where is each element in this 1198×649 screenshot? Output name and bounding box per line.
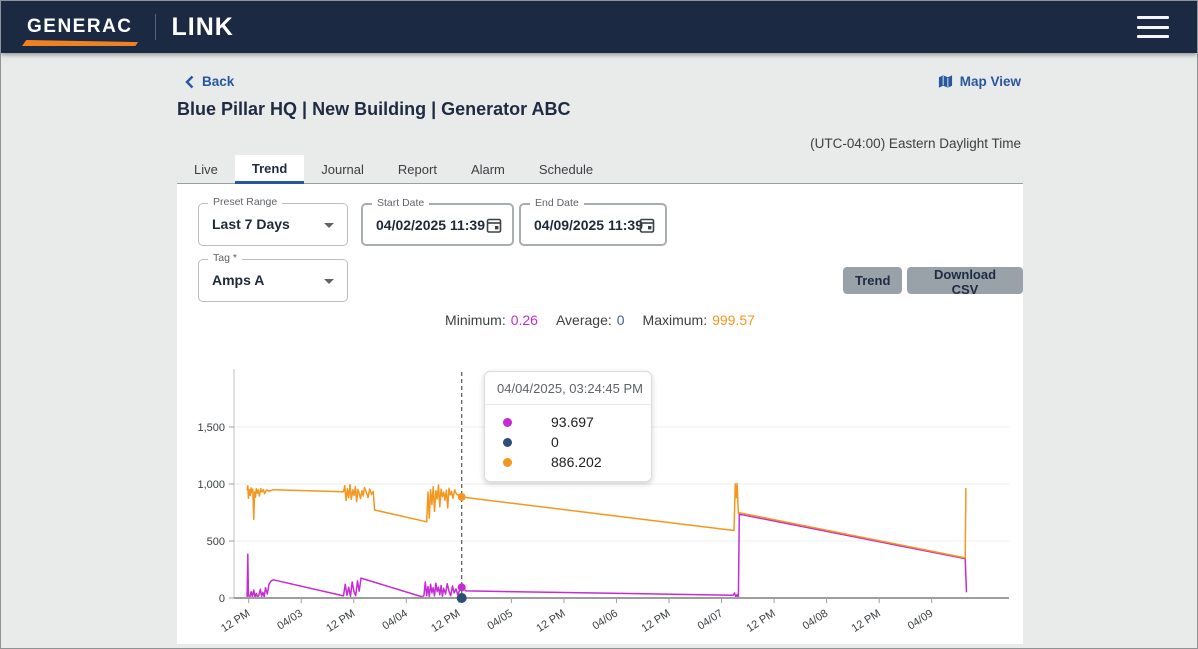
svg-text:04/08: 04/08 bbox=[801, 607, 831, 632]
tag-label: Tag * bbox=[208, 252, 242, 264]
stat-average: Average: 0 bbox=[556, 312, 625, 328]
tooltip-timestamp: 04/04/2025, 03:24:45 PM bbox=[485, 372, 651, 405]
brand-divider bbox=[155, 14, 156, 40]
preset-range-select[interactable]: Preset Range Last 7 Days bbox=[198, 203, 348, 246]
svg-text:1,500: 1,500 bbox=[197, 422, 225, 434]
svg-text:12 PM: 12 PM bbox=[219, 607, 252, 634]
top-bar: GENERAC LINK bbox=[1, 1, 1197, 53]
svg-text:04/07: 04/07 bbox=[696, 607, 726, 632]
stat-maximum-value: 999.57 bbox=[712, 312, 755, 328]
calendar-icon[interactable] bbox=[639, 217, 655, 234]
average-series-dot-icon bbox=[503, 438, 512, 447]
end-date-input[interactable]: End Date 04/09/2025 11:39 bbox=[519, 203, 667, 246]
start-date-value: 04/02/2025 11:39 bbox=[376, 217, 485, 233]
preset-range-label: Preset Range bbox=[208, 196, 282, 208]
tag-select[interactable]: Tag * Amps A bbox=[198, 259, 348, 302]
tooltip-row-minimum: 93.697 bbox=[485, 412, 651, 432]
calendar-icon[interactable] bbox=[486, 217, 502, 234]
map-icon bbox=[938, 74, 953, 89]
svg-text:12 PM: 12 PM bbox=[429, 607, 462, 634]
tag-value: Amps A bbox=[212, 272, 264, 288]
tooltip-row-average: 0 bbox=[485, 432, 651, 452]
trend-button[interactable]: Trend bbox=[843, 267, 902, 294]
stat-maximum-label: Maximum: bbox=[643, 312, 708, 328]
svg-text:04/09: 04/09 bbox=[906, 607, 936, 632]
map-view-button[interactable]: Map View bbox=[938, 74, 1021, 89]
tab-bar: Live Trend Journal Report Alarm Schedule bbox=[177, 155, 610, 184]
stat-average-label: Average: bbox=[556, 312, 612, 328]
svg-text:1,000: 1,000 bbox=[197, 479, 225, 491]
tab-report[interactable]: Report bbox=[381, 155, 454, 184]
svg-text:04/03: 04/03 bbox=[275, 607, 305, 632]
svg-text:12 PM: 12 PM bbox=[534, 607, 567, 634]
tooltip-maximum-value: 886.202 bbox=[551, 454, 602, 470]
app-window: GENERAC LINK Back Map View Blue Pillar H… bbox=[0, 0, 1198, 649]
end-date-value: 04/09/2025 11:39 bbox=[534, 217, 643, 233]
hamburger-menu-icon[interactable] bbox=[1137, 16, 1169, 38]
back-label: Back bbox=[202, 74, 234, 89]
stat-minimum-label: Minimum: bbox=[445, 312, 506, 328]
chevron-down-icon bbox=[324, 223, 334, 228]
map-view-label: Map View bbox=[960, 74, 1021, 89]
preset-range-value: Last 7 Days bbox=[212, 216, 290, 232]
tab-trend[interactable]: Trend bbox=[235, 155, 304, 184]
svg-text:12 PM: 12 PM bbox=[850, 607, 883, 634]
generac-logo: GENERAC bbox=[27, 16, 133, 38]
tab-live[interactable]: Live bbox=[177, 155, 235, 184]
svg-text:12 PM: 12 PM bbox=[324, 607, 357, 634]
back-button[interactable]: Back bbox=[185, 74, 234, 89]
stat-average-value: 0 bbox=[617, 312, 625, 328]
trend-panel: Preset Range Last 7 Days Start Date 04/0… bbox=[177, 184, 1023, 644]
end-date-label: End Date bbox=[530, 197, 584, 209]
start-date-input[interactable]: Start Date 04/02/2025 11:39 bbox=[361, 203, 514, 246]
generac-logo-swoosh bbox=[22, 40, 140, 46]
svg-text:04/06: 04/06 bbox=[590, 607, 620, 632]
page-title: Blue Pillar HQ | New Building | Generato… bbox=[177, 99, 570, 120]
tab-journal[interactable]: Journal bbox=[304, 155, 381, 184]
stat-minimum: Minimum: 0.26 bbox=[445, 312, 538, 328]
minimum-series-dot-icon bbox=[503, 418, 512, 427]
timezone-label: (UTC-04:00) Eastern Daylight Time bbox=[810, 136, 1021, 151]
svg-text:04/04: 04/04 bbox=[380, 607, 410, 632]
start-date-label: Start Date bbox=[372, 197, 429, 209]
tab-alarm[interactable]: Alarm bbox=[454, 155, 522, 184]
download-csv-button[interactable]: Download CSV bbox=[907, 267, 1023, 294]
svg-text:0: 0 bbox=[219, 593, 225, 605]
svg-text:500: 500 bbox=[207, 536, 225, 548]
svg-text:12 PM: 12 PM bbox=[639, 607, 672, 634]
generac-logo-text: GENERAC bbox=[27, 16, 133, 37]
tooltip-minimum-value: 93.697 bbox=[551, 414, 594, 430]
stat-minimum-value: 0.26 bbox=[511, 312, 538, 328]
stat-maximum: Maximum: 999.57 bbox=[643, 312, 755, 328]
product-name: LINK bbox=[172, 13, 234, 42]
chart-tooltip: 04/04/2025, 03:24:45 PM 93.697 0 886.202 bbox=[484, 371, 652, 482]
chevron-left-icon bbox=[185, 75, 194, 89]
tab-schedule[interactable]: Schedule bbox=[522, 155, 610, 184]
tooltip-average-value: 0 bbox=[551, 434, 559, 450]
svg-text:04/05: 04/05 bbox=[485, 607, 515, 632]
maximum-series-dot-icon bbox=[503, 458, 512, 467]
chevron-down-icon bbox=[324, 279, 334, 284]
tooltip-row-maximum: 886.202 bbox=[485, 452, 651, 472]
stats-summary: Minimum: 0.26 Average: 0 Maximum: 999.57 bbox=[177, 312, 1023, 328]
svg-text:12 PM: 12 PM bbox=[745, 607, 778, 634]
